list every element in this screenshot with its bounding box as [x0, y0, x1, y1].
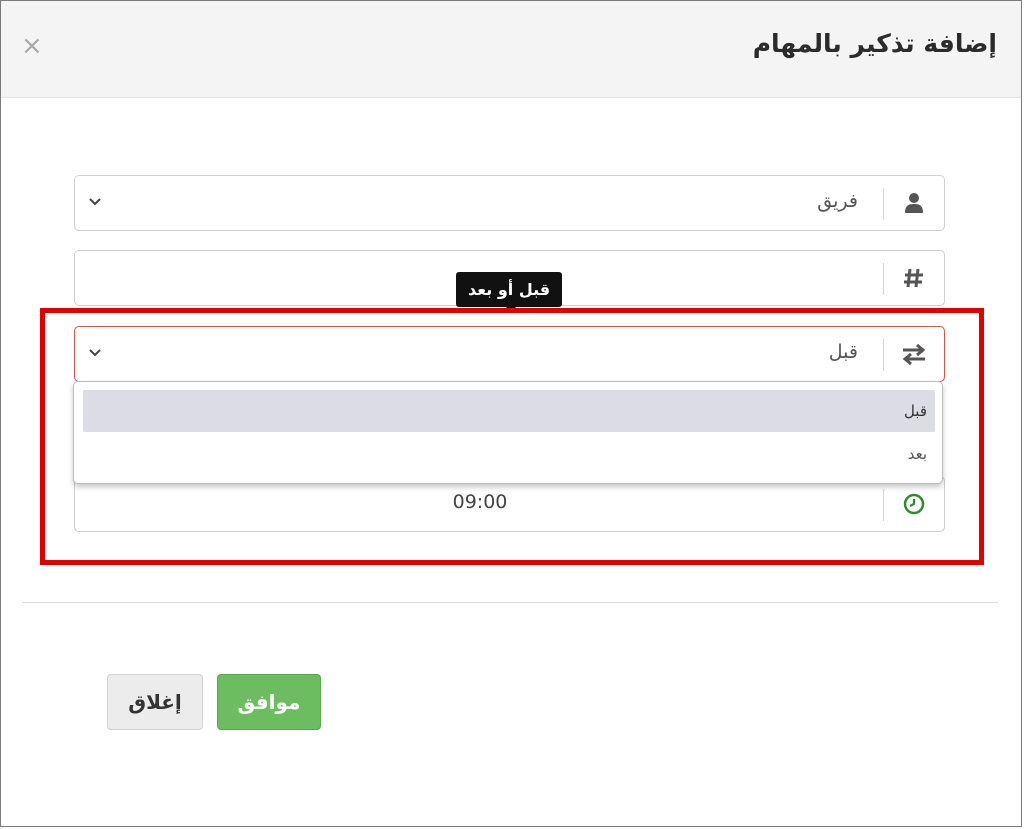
dropdown-option-before[interactable]: قبل	[83, 390, 935, 432]
user-icon	[884, 176, 944, 230]
addon-separator	[883, 188, 884, 220]
addon-separator	[883, 263, 884, 295]
modal-header: إضافة تذكير بالمهام ×	[1, 1, 1021, 98]
before-after-value: قبل	[828, 341, 858, 363]
close-button[interactable]: إغلاق	[107, 674, 203, 730]
time-input[interactable]: 09:00	[74, 476, 945, 532]
before-after-select[interactable]: قبل	[74, 326, 945, 382]
addon-separator	[883, 339, 884, 371]
chevron-down-icon	[87, 344, 103, 360]
ok-button[interactable]: موافق	[217, 674, 321, 730]
team-select[interactable]: فريق	[74, 175, 945, 231]
tooltip: قبل أو بعد	[456, 272, 563, 307]
time-input-value: 09:00	[452, 491, 508, 513]
reminder-modal: إضافة تذكير بالمهام × فريق قبل 09:00 قبل…	[0, 0, 1022, 827]
tooltip-arrow	[506, 307, 516, 313]
dropdown-option-after[interactable]: بعد	[83, 433, 935, 475]
swap-icon	[884, 327, 944, 381]
before-after-dropdown: قبل بعد	[73, 381, 943, 484]
clock-icon	[884, 477, 944, 531]
chevron-down-icon	[87, 193, 103, 209]
hash-icon	[884, 251, 944, 305]
footer-divider	[22, 602, 998, 603]
team-select-value: فريق	[817, 190, 858, 212]
close-icon[interactable]: ×	[21, 33, 43, 59]
modal-title: إضافة تذكير بالمهام	[752, 29, 997, 58]
